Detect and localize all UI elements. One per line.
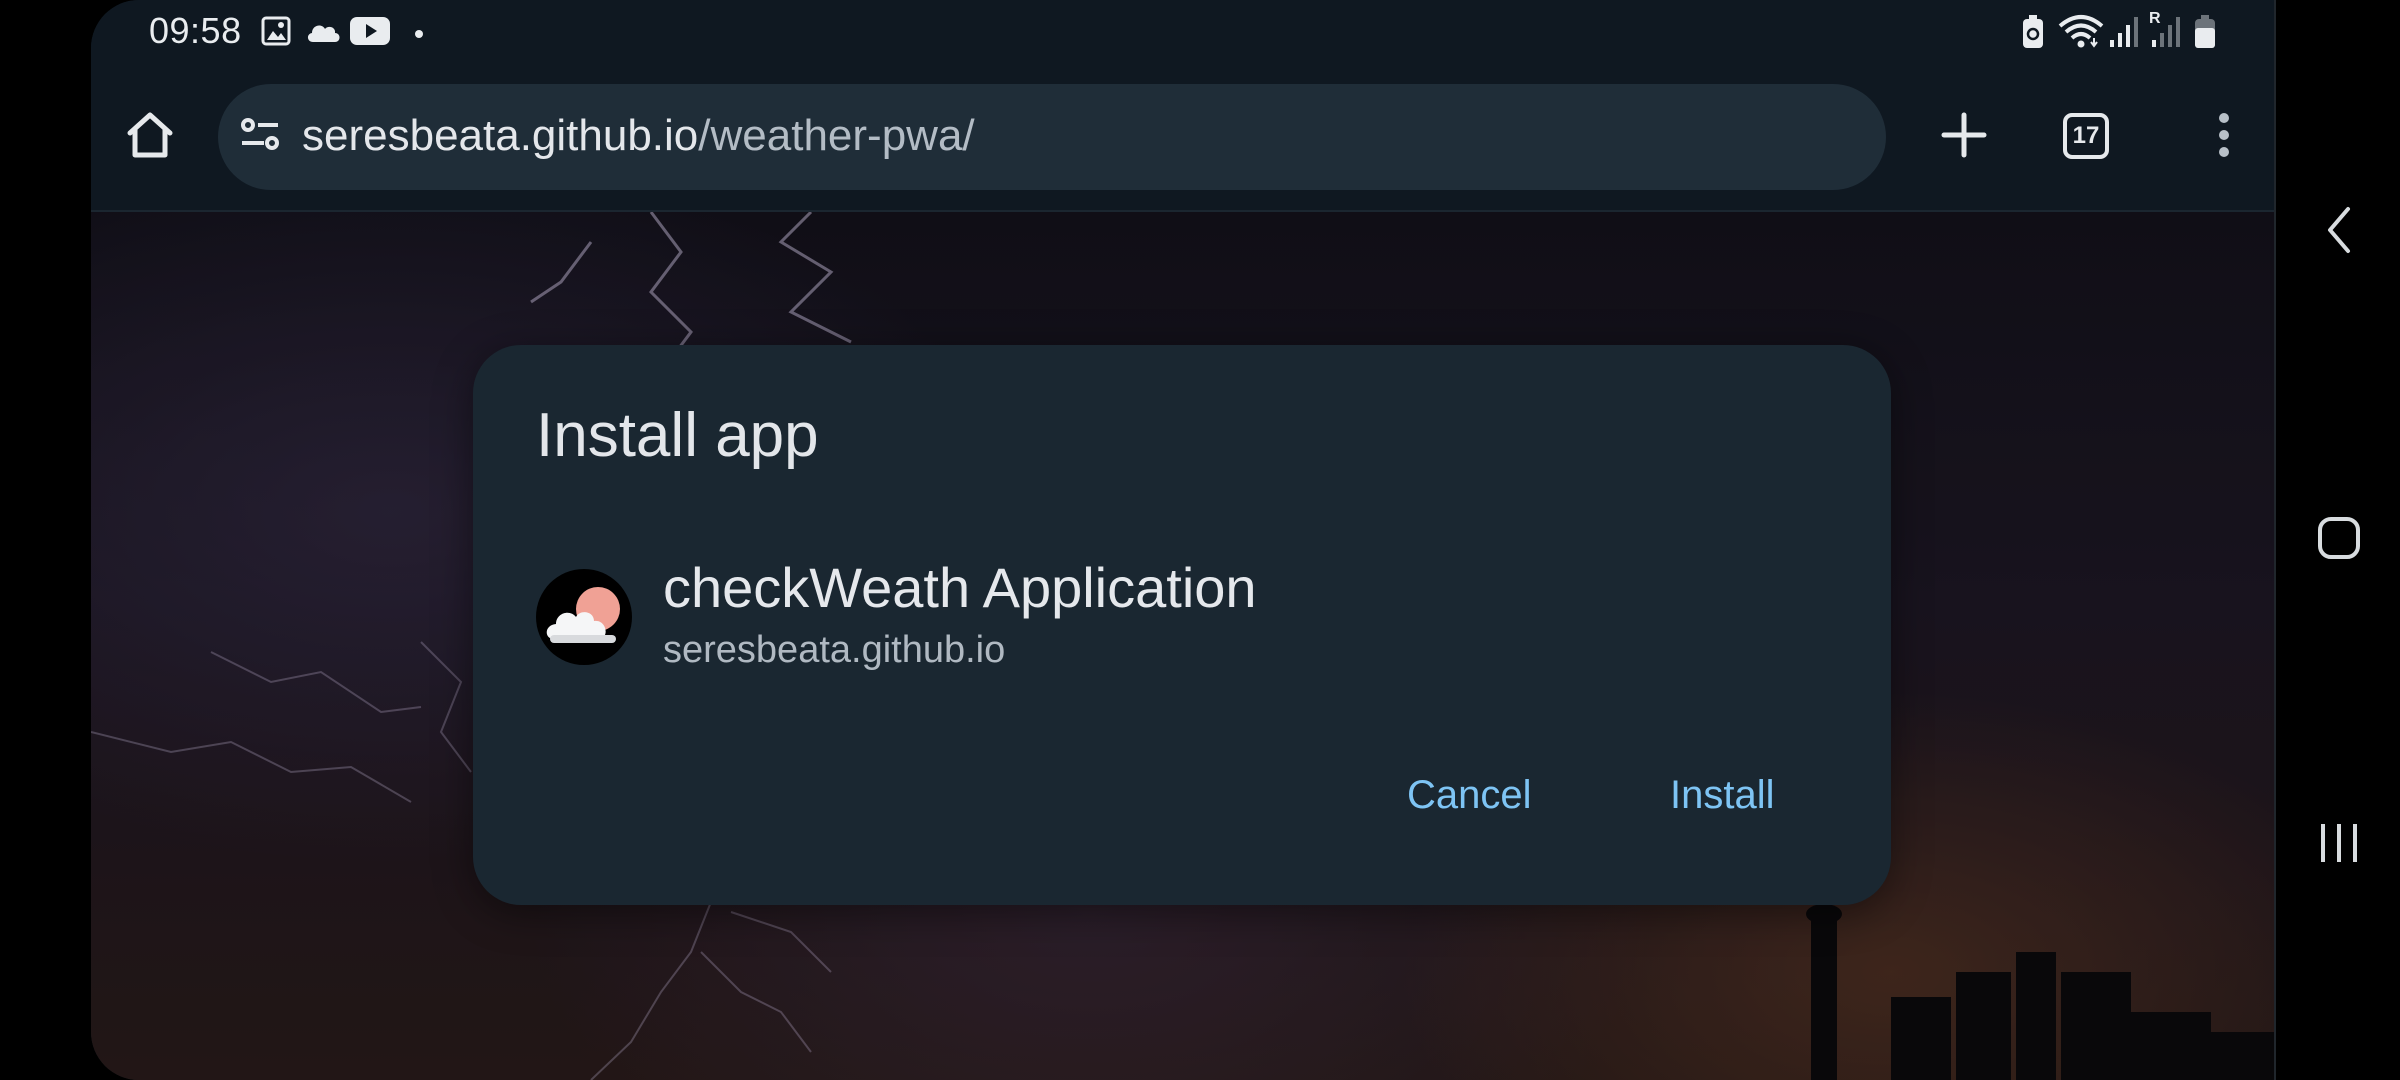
battery-icon bbox=[2193, 14, 2217, 55]
system-nav-bar bbox=[2274, 0, 2400, 1080]
status-bar: 09:58 R bbox=[91, 0, 2274, 62]
home-icon bbox=[124, 109, 176, 166]
youtube-icon bbox=[350, 16, 390, 51]
menu-button[interactable] bbox=[2189, 102, 2259, 172]
url-path: /weather-pwa/ bbox=[698, 111, 975, 160]
wifi-icon bbox=[2058, 14, 2104, 53]
dialog-title: Install app bbox=[536, 401, 819, 470]
back-button[interactable] bbox=[2276, 205, 2400, 260]
cloud-icon bbox=[304, 20, 342, 49]
home-square-icon bbox=[2317, 516, 2361, 565]
plus-icon bbox=[1941, 112, 1987, 163]
home-nav-button[interactable] bbox=[2276, 516, 2400, 565]
cancel-button[interactable]: Cancel bbox=[1407, 773, 1532, 818]
recents-button[interactable] bbox=[2276, 820, 2400, 871]
url-host: seresbeata.github.io bbox=[302, 111, 699, 160]
status-time: 09:58 bbox=[149, 10, 242, 51]
recents-icon bbox=[2317, 820, 2361, 871]
install-button[interactable]: Install bbox=[1670, 773, 1775, 818]
app-origin: seresbeata.github.io bbox=[663, 629, 1006, 671]
back-chevron-icon bbox=[2324, 205, 2354, 260]
battery-saver-icon bbox=[2021, 14, 2045, 55]
weather-cloud-sun-icon bbox=[546, 587, 620, 643]
app-icon bbox=[536, 569, 632, 665]
home-button[interactable] bbox=[115, 102, 185, 172]
gallery-icon bbox=[261, 16, 291, 51]
web-content: Install app checkWeath Application seres… bbox=[91, 212, 2274, 1080]
browser-screen: 09:58 R seresbeata.github.io/weather-pwa… bbox=[91, 0, 2274, 1080]
more-vert-icon bbox=[2217, 112, 2231, 163]
tab-switcher-button[interactable]: 17 bbox=[2063, 113, 2109, 159]
install-app-dialog: Install app checkWeath Application seres… bbox=[473, 345, 1891, 905]
new-tab-button[interactable] bbox=[1929, 102, 1999, 172]
dot-icon bbox=[414, 26, 424, 44]
omnibox[interactable]: seresbeata.github.io/weather-pwa/ bbox=[218, 84, 1886, 190]
signal-roaming-icon: R bbox=[2149, 10, 2183, 53]
url-text[interactable]: seresbeata.github.io/weather-pwa/ bbox=[302, 111, 975, 161]
app-name: checkWeath Application bbox=[663, 556, 1257, 619]
tune-icon[interactable] bbox=[238, 112, 284, 163]
browser-toolbar: seresbeata.github.io/weather-pwa/ 17 bbox=[91, 62, 2274, 212]
signal-icon bbox=[2109, 14, 2139, 53]
